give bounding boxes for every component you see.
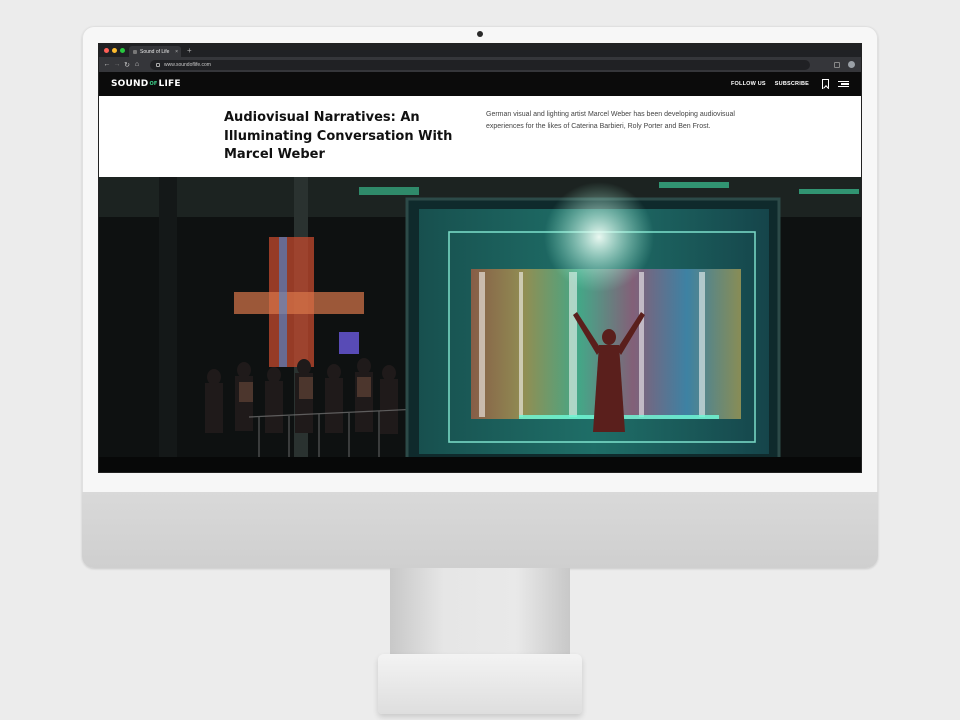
- address-bar[interactable]: www.soundoflife.com: [150, 59, 810, 70]
- window-controls: [104, 48, 125, 53]
- back-icon[interactable]: ←: [102, 61, 112, 68]
- monitor: Sound of Life × + ← → ↻ ⌂ www.soundoflif…: [82, 26, 878, 568]
- hero-image: [99, 177, 861, 472]
- browser-toolbar: ← → ↻ ⌂ www.soundoflife.com: [99, 57, 861, 72]
- favicon-icon: [133, 49, 137, 54]
- toolbar-right: [834, 61, 855, 68]
- profile-avatar[interactable]: [848, 61, 855, 68]
- home-icon[interactable]: ⌂: [132, 61, 142, 68]
- url-text: www.soundoflife.com: [164, 61, 211, 68]
- logo-life: LIFE: [158, 79, 181, 89]
- tab-close-icon[interactable]: ×: [175, 49, 178, 55]
- stand-neck: [390, 568, 570, 658]
- site-header: SOUND OF LIFE FOLLOW US SUBSCRIBE: [99, 72, 861, 96]
- tab-title: Sound of Life: [140, 48, 170, 55]
- reload-icon[interactable]: ↻: [122, 61, 132, 69]
- menu-icon[interactable]: [838, 80, 849, 88]
- close-window-dot[interactable]: [104, 48, 109, 53]
- new-tab-button[interactable]: +: [187, 46, 192, 56]
- minimize-window-dot[interactable]: [112, 48, 117, 53]
- extension-icon[interactable]: [834, 61, 840, 68]
- screen: Sound of Life × + ← → ↻ ⌂ www.soundoflif…: [98, 43, 862, 473]
- maximize-window-dot[interactable]: [120, 48, 125, 53]
- browser-tab[interactable]: Sound of Life ×: [129, 46, 181, 57]
- hero-illustration: [99, 177, 861, 472]
- camera-dot: [477, 31, 483, 37]
- article-headline: Audiovisual Narratives: An Illuminating …: [224, 110, 453, 162]
- stand-foot: [378, 654, 582, 714]
- article-intro: Audiovisual Narratives: An Illuminating …: [99, 96, 861, 177]
- lock-icon: [156, 62, 160, 67]
- forward-icon[interactable]: →: [112, 61, 122, 68]
- follow-us-link[interactable]: FOLLOW US: [731, 81, 766, 87]
- article-standfirst: German visual and lighting artist Marcel…: [486, 111, 735, 130]
- bookmark-icon[interactable]: [822, 79, 829, 89]
- monitor-chin: [82, 492, 878, 568]
- logo-sound: SOUND: [111, 79, 149, 89]
- logo-of-mark: OF: [149, 81, 158, 87]
- site-logo[interactable]: SOUND OF LIFE: [111, 79, 181, 89]
- browser-tab-bar: Sound of Life × +: [99, 44, 861, 57]
- header-actions: FOLLOW US SUBSCRIBE: [731, 79, 849, 89]
- subscribe-link[interactable]: SUBSCRIBE: [775, 81, 809, 87]
